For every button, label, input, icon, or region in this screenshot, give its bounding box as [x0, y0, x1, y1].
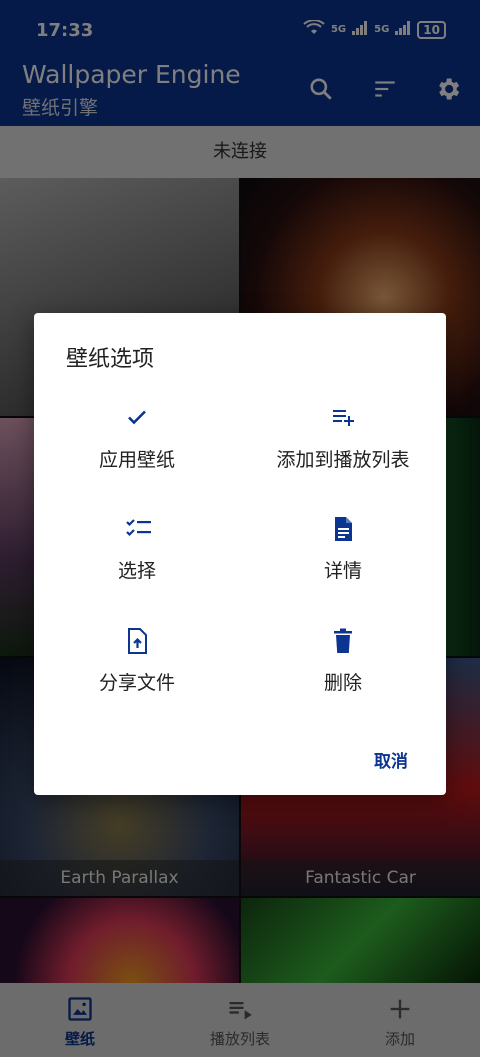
dialog-title: 壁纸选项	[66, 347, 155, 372]
details-option[interactable]: 详情	[240, 516, 446, 616]
share-file-option[interactable]: 分享文件	[34, 628, 240, 728]
wallpaper-options-dialog: 壁纸选项 应用壁纸 添加到播放列表 选择 详情 分享文件 删除 取消	[34, 313, 446, 795]
share-file-icon	[125, 628, 149, 654]
delete-option[interactable]: 删除	[240, 628, 446, 728]
option-label: 分享文件	[98, 672, 175, 694]
select-option[interactable]: 选择	[34, 516, 240, 616]
apply-wallpaper-option[interactable]: 应用壁纸	[34, 405, 240, 505]
check-icon	[125, 405, 149, 429]
playlist-add-icon	[331, 405, 355, 429]
cancel-button[interactable]: 取消	[374, 747, 408, 772]
option-label: 应用壁纸	[98, 449, 175, 471]
trash-icon	[331, 628, 355, 653]
option-label: 删除	[323, 672, 362, 694]
document-icon	[331, 516, 355, 541]
checklist-icon	[125, 516, 151, 540]
add-to-playlist-option[interactable]: 添加到播放列表	[240, 405, 446, 505]
option-label: 详情	[323, 560, 362, 582]
option-label: 添加到播放列表	[276, 449, 410, 471]
option-label: 选择	[117, 560, 156, 582]
